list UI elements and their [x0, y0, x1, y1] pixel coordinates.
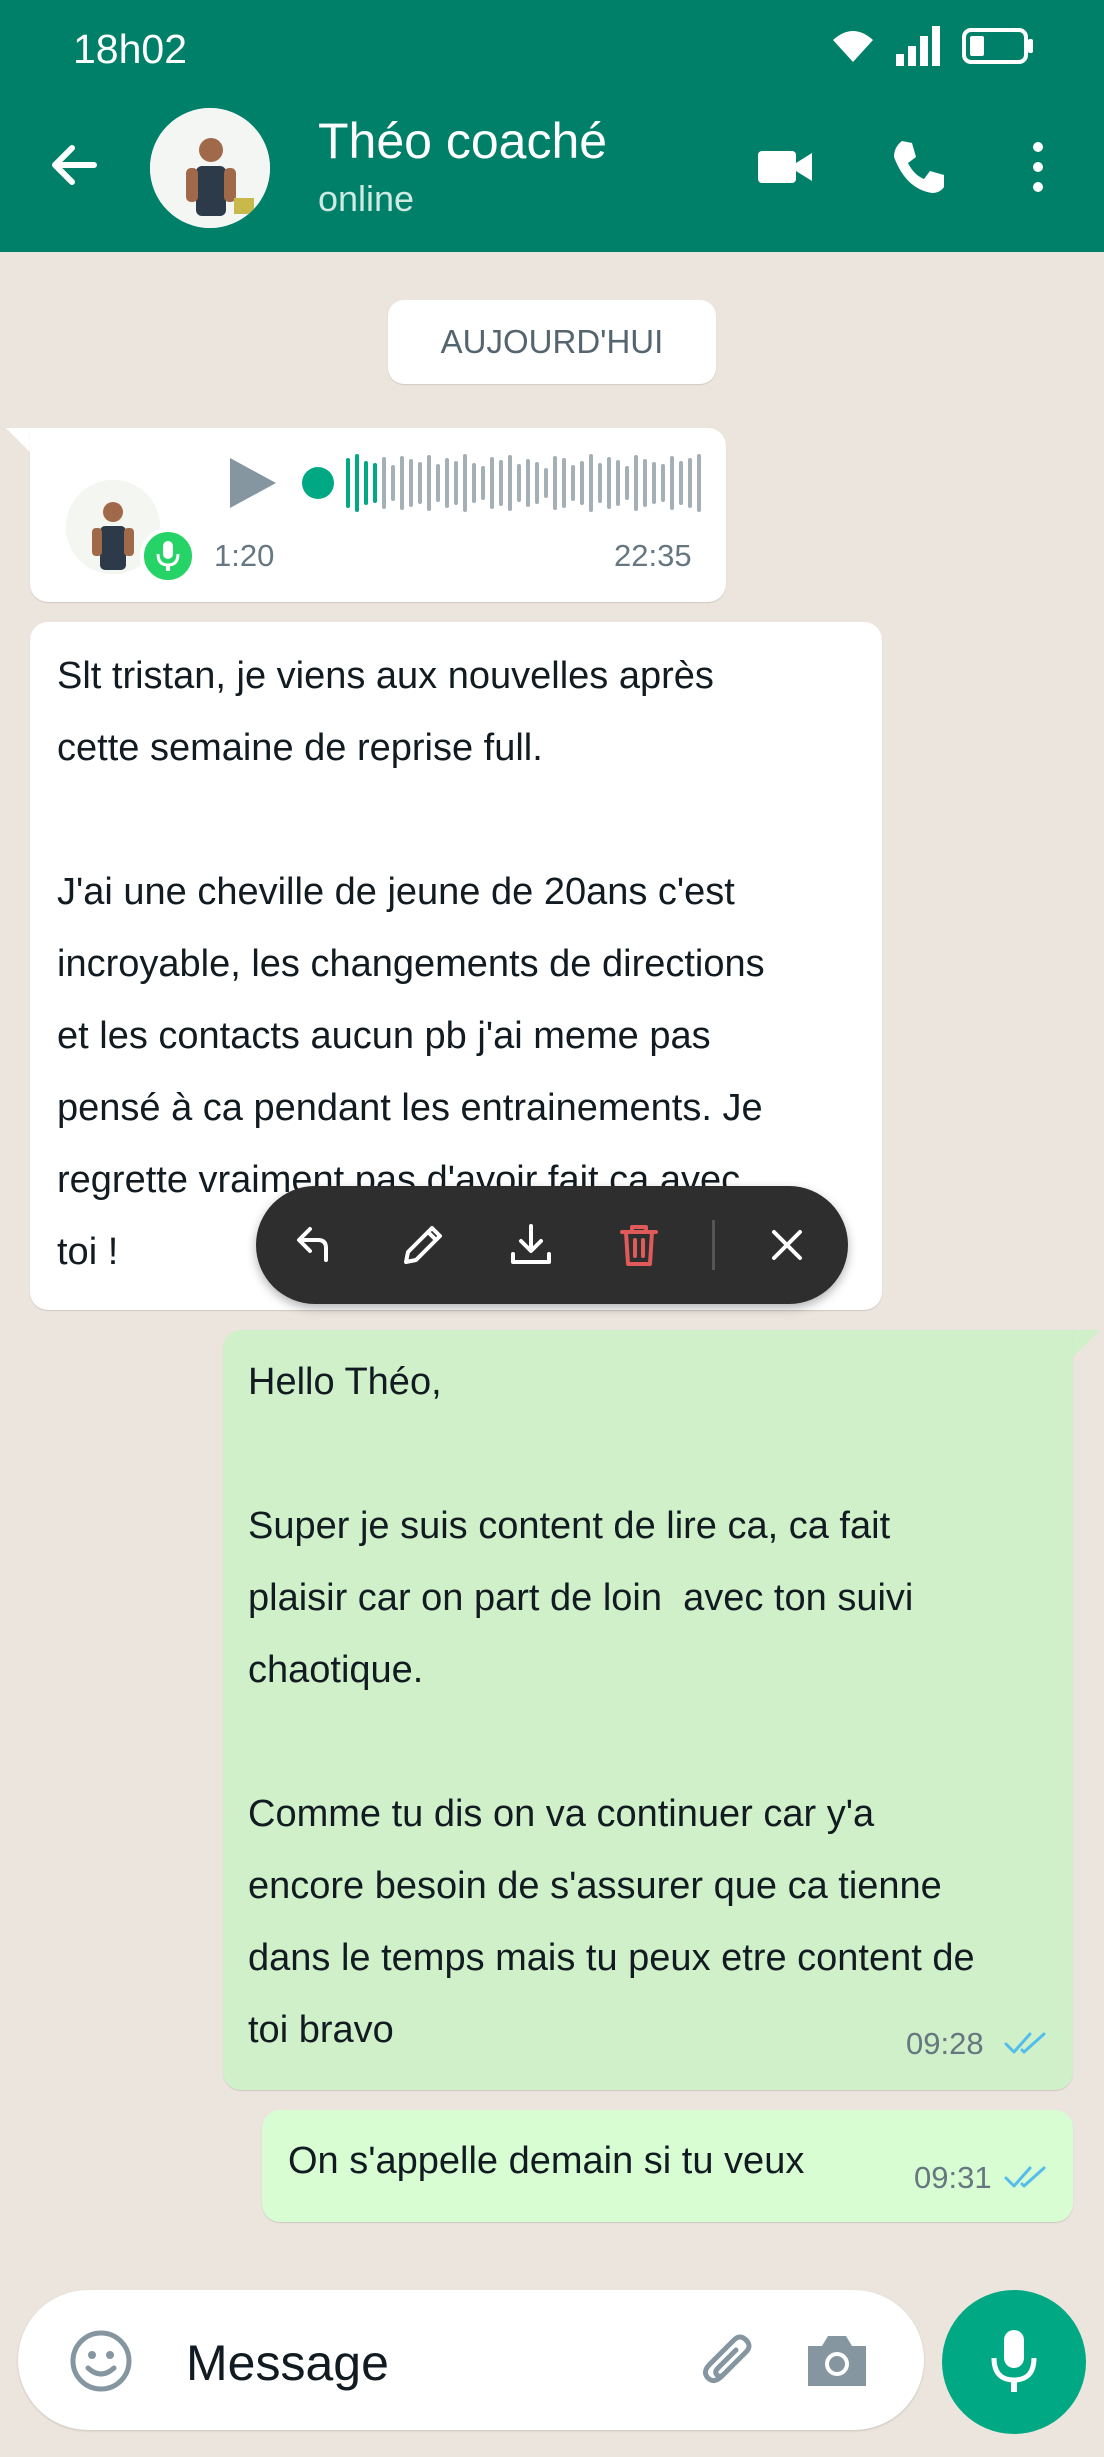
contact-status: online [318, 178, 415, 219]
waveform-bar [400, 456, 404, 510]
close-icon[interactable] [758, 1216, 816, 1274]
play-icon[interactable] [224, 454, 280, 512]
waveform-bar [391, 465, 395, 501]
date-chip: AUJOURD'HUI [388, 300, 716, 384]
delete-icon[interactable] [610, 1216, 668, 1274]
download-icon[interactable] [502, 1216, 560, 1274]
person-icon [150, 108, 270, 228]
waveform-bar [616, 460, 620, 506]
message-input[interactable]: Message [186, 2334, 389, 2392]
battery-icon [962, 28, 1033, 64]
waveform-bar [625, 466, 629, 500]
message-composer[interactable]: Message [18, 2290, 924, 2430]
toolbar-divider [712, 1220, 715, 1270]
waveform-bar [589, 454, 593, 512]
emoji-icon[interactable] [68, 2328, 134, 2394]
waveform-bar [346, 458, 350, 508]
waveform-bar [670, 456, 674, 510]
waveform-bar [607, 457, 611, 509]
mic-icon [991, 2330, 1037, 2392]
more-icon[interactable] [1008, 135, 1068, 199]
back-arrow-icon[interactable] [44, 135, 104, 195]
outgoing-message-text: Hello Théo, Super je suis content de lir… [248, 1361, 975, 2051]
waveform-bar [409, 459, 413, 507]
waveform-bar [580, 461, 584, 505]
waveform-bar [652, 462, 656, 504]
waveform-bar [553, 456, 557, 510]
waveform-bar [382, 457, 386, 509]
waveform-bar [490, 457, 494, 509]
waveform-bar [562, 458, 566, 508]
waveform-bar [571, 465, 575, 501]
waveform-bar [427, 455, 431, 511]
waveform-bar [643, 459, 647, 507]
message-action-toolbar [256, 1186, 848, 1304]
waveform-bar [598, 463, 602, 503]
status-time: 18h02 [73, 26, 188, 72]
voice-record-button[interactable] [942, 2290, 1086, 2434]
waveform-bar [535, 462, 539, 504]
playback-position-dot[interactable] [302, 467, 334, 499]
voice-time: 22:35 [614, 538, 692, 573]
voice-mic-badge [140, 528, 196, 584]
signal-icon [896, 26, 940, 66]
waveform-bar [499, 460, 503, 506]
outgoing-message-time: 09:31 [914, 2160, 992, 2195]
waveform-bar [364, 461, 368, 505]
waveform-bar [454, 461, 458, 505]
waveform-bar [445, 458, 449, 508]
status-icons [830, 24, 1034, 68]
waveform-bar [634, 455, 638, 511]
waveform-bar [418, 462, 422, 504]
waveform-bar [508, 455, 512, 511]
waveform-bar [436, 464, 440, 502]
waveform-bar [373, 463, 377, 503]
edit-icon[interactable] [394, 1216, 452, 1274]
camera-icon[interactable] [804, 2330, 870, 2392]
contact-name[interactable]: Théo coaché [318, 112, 607, 170]
outgoing-message-time: 09:28 [906, 2026, 984, 2061]
wifi-icon [833, 31, 873, 62]
mic-icon [156, 541, 180, 571]
bubble-tail [1070, 1330, 1100, 1360]
attach-icon[interactable] [698, 2330, 764, 2396]
contact-avatar[interactable] [150, 108, 270, 228]
voice-duration: 1:20 [214, 538, 275, 573]
waveform-bar [526, 459, 530, 507]
waveform-bar [355, 454, 359, 512]
chat-header: 18h02 Théo coaché online [0, 0, 1104, 252]
read-receipt-icon [1004, 2032, 1046, 2054]
waveform-bar [544, 468, 548, 498]
waveform-bar [472, 463, 476, 503]
read-receipt-icon [1004, 2166, 1046, 2188]
outgoing-message-text: On s'appelle demain si tu veux [288, 2140, 805, 2182]
waveform[interactable] [346, 448, 706, 518]
reply-icon[interactable] [286, 1216, 344, 1274]
waveform-bar [463, 454, 467, 512]
video-call-icon[interactable] [754, 135, 818, 199]
waveform-bar [481, 466, 485, 500]
waveform-bar [517, 464, 521, 502]
waveform-bar [679, 461, 683, 505]
phone-icon[interactable] [886, 135, 950, 199]
waveform-bar [688, 458, 692, 508]
waveform-bar [697, 454, 701, 512]
waveform-bar [661, 464, 665, 502]
